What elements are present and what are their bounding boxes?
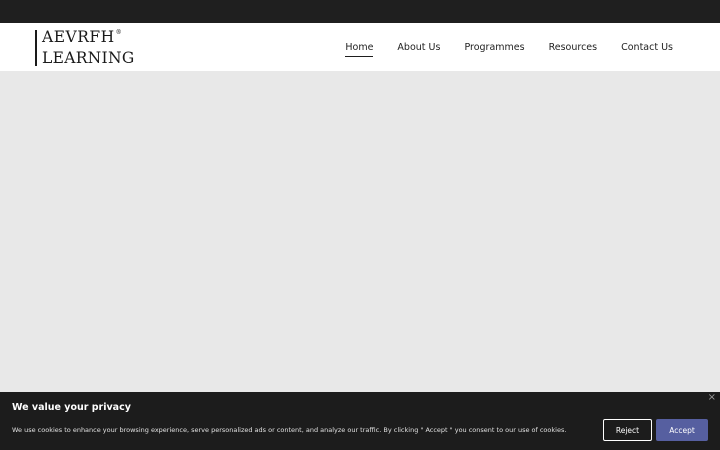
nav-item-home[interactable]: Home <box>345 40 374 57</box>
nav-item-programmes[interactable]: Programmes <box>464 40 524 55</box>
logo-text: AEVRFH® LEARNING <box>42 28 135 67</box>
logo-registered-mark: ® <box>115 29 123 36</box>
nav-item-about-us[interactable]: About Us <box>397 40 440 55</box>
logo-bar <box>35 30 37 66</box>
nav-item-contact-us[interactable]: Contact Us <box>621 40 673 55</box>
site-header: AEVRFH® LEARNING Home About Us Programme… <box>0 23 720 71</box>
main-nav: Home About Us Programmes Resources Conta… <box>321 23 673 71</box>
cookie-text: We use cookies to enhance your browsing … <box>12 426 567 434</box>
cookie-banner: We value your privacy We use cookies to … <box>0 392 720 450</box>
accept-button[interactable]: Accept <box>656 419 708 441</box>
hero-area <box>0 71 720 392</box>
logo-line2: LEARNING <box>42 48 135 67</box>
reject-button[interactable]: Reject <box>603 419 652 441</box>
site-logo[interactable]: AEVRFH® LEARNING <box>35 28 135 67</box>
logo-brand: AEVRFH <box>42 28 115 46</box>
nav-item-resources[interactable]: Resources <box>549 40 598 55</box>
logo-line1: AEVRFH® <box>42 28 135 46</box>
cookie-title: We value your privacy <box>12 402 131 413</box>
top-bar <box>0 0 720 23</box>
close-icon[interactable]: × <box>708 392 716 404</box>
